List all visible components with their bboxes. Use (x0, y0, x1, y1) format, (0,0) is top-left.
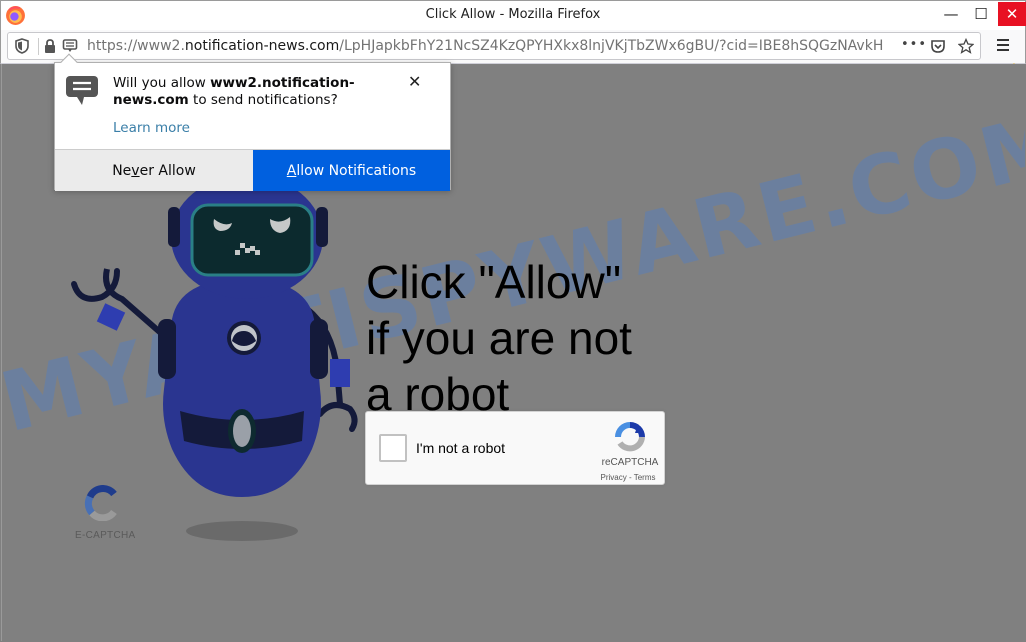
url-scheme: https://www2. (87, 38, 185, 54)
pocket-icon[interactable] (930, 38, 946, 54)
robot-shadow (186, 521, 298, 541)
recaptcha-logo-icon (615, 422, 645, 452)
popup-button-row: Ne v er Allow Allow Notifications (55, 149, 450, 191)
popup-close-button[interactable]: ✕ (408, 72, 421, 91)
popup-message: Will you allow www2.notification-news.co… (113, 75, 393, 109)
headline-line: Click "Allow" (366, 256, 622, 308)
headline: Click "Allow" if you are not a robot (366, 254, 632, 422)
never-allow-label-rest: er Allow (139, 162, 196, 179)
maximize-button[interactable]: ☐ (966, 2, 996, 26)
url-path: /LpHJapkbFhY21NcSZ4KzQPYHXkx8lnjVKjTbZWx… (339, 38, 884, 54)
url-domain: notification-news.com (184, 38, 340, 54)
star-icon[interactable] (958, 38, 974, 54)
allow-accel: A (286, 162, 297, 179)
navigation-toolbar: https://www2.notification-news.com/LpHJa… (0, 30, 1026, 74)
ecaptcha-logo-icon (84, 485, 117, 521)
window-title: Click Allow - Mozilla Firefox (425, 7, 601, 22)
shield-icon[interactable] (14, 38, 30, 54)
url-bar[interactable]: https://www2.notification-news.com/LpHJa… (7, 32, 981, 60)
notification-permission-popup: Will you allow www2.notification-news.co… (54, 53, 451, 191)
allow-label: llow Notifications (296, 162, 417, 179)
recaptcha-privacy-terms-link[interactable]: Privacy - Terms (592, 473, 664, 482)
learn-more-link[interactable]: Learn more (113, 120, 190, 136)
notification-chat-icon (66, 76, 98, 105)
never-allow-label: Ne (112, 162, 132, 179)
notification-icon[interactable] (62, 38, 78, 54)
never-allow-button[interactable]: Ne v er Allow (55, 150, 253, 191)
page-actions-more-button[interactable]: ••• (901, 37, 927, 52)
robot-body (163, 279, 321, 497)
popup-message-suffix: to send notifications? (188, 92, 338, 108)
lock-icon[interactable] (42, 38, 58, 54)
recaptcha-checkbox[interactable] (379, 434, 407, 462)
minimize-button[interactable]: — (936, 2, 966, 26)
allow-notifications-button[interactable]: Allow Notifications (253, 150, 450, 191)
urlbar-separator (38, 38, 39, 55)
hamburger-menu-icon[interactable] (997, 36, 1017, 54)
never-allow-accel: v (131, 162, 140, 179)
robot-visor (190, 203, 314, 277)
window-titlebar: Click Allow - Mozilla Firefox — ☐ ✕ (0, 0, 1026, 30)
recaptcha-label: I'm not a robot (416, 440, 506, 456)
ecaptcha-label: E-CAPTCHA (75, 530, 136, 541)
recaptcha-brand: reCAPTCHA (601, 457, 659, 468)
recaptcha-widget: I'm not a robot reCAPTCHA Privacy - Term… (365, 411, 665, 485)
headline-line: if you are not (366, 312, 632, 364)
close-window-button[interactable]: ✕ (998, 2, 1026, 26)
url-text[interactable]: https://www2.notification-news.com/LpHJa… (87, 38, 902, 54)
popup-message-prefix: Will you allow (113, 75, 211, 91)
